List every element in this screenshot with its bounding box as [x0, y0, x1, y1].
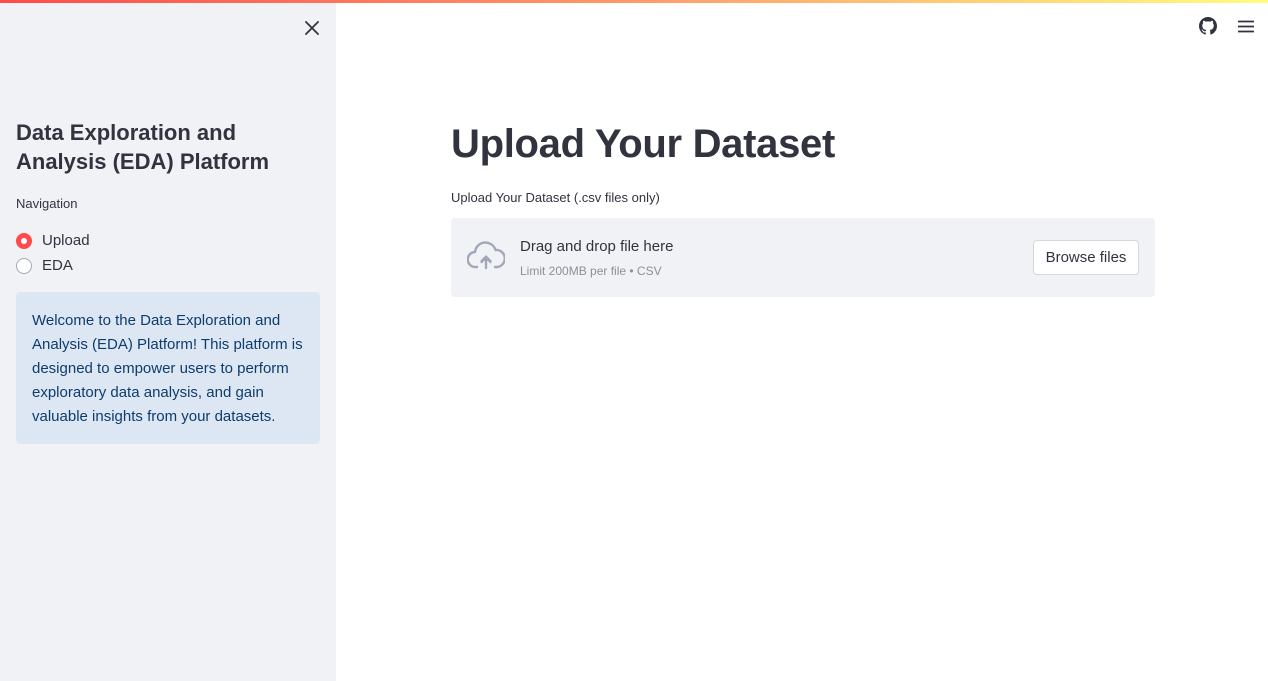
browse-files-button[interactable]: Browse files [1033, 240, 1139, 275]
hamburger-menu-icon [1238, 20, 1254, 32]
top-decoration-bar [0, 0, 1268, 3]
close-sidebar-button[interactable] [300, 16, 324, 40]
close-icon [305, 21, 319, 35]
sidebar-title: Data Exploration and Analysis (EDA) Plat… [16, 120, 270, 174]
github-icon [1199, 17, 1217, 35]
dropzone-instruction: Drag and drop file here [520, 238, 674, 255]
cloud-upload-icon [467, 241, 505, 270]
sidebar: Data Exploration and Analysis (EDA) Plat… [0, 0, 336, 681]
file-uploader-label: Upload Your Dataset (.csv files only) [451, 190, 660, 205]
radio-unselected-icon[interactable] [16, 257, 32, 274]
nav-option-eda[interactable]: EDA [16, 253, 90, 278]
welcome-info-box: Welcome to the Data Exploration and Anal… [16, 292, 320, 444]
nav-option-label: Upload [42, 232, 90, 249]
header-toolbar [1198, 16, 1256, 36]
github-button[interactable] [1198, 16, 1218, 36]
radio-selected-icon[interactable] [16, 232, 32, 249]
page-title: Upload Your Dataset [451, 122, 836, 166]
main-menu-button[interactable] [1236, 16, 1256, 36]
navigation-label: Navigation [16, 196, 78, 211]
dropzone-limit-text: Limit 200MB per file • CSV [520, 264, 662, 278]
nav-option-label: EDA [42, 257, 73, 274]
file-dropzone[interactable]: Drag and drop file here Limit 200MB per … [451, 218, 1155, 297]
navigation-radio-group: Upload EDA [16, 228, 90, 278]
nav-option-upload[interactable]: Upload [16, 228, 90, 253]
